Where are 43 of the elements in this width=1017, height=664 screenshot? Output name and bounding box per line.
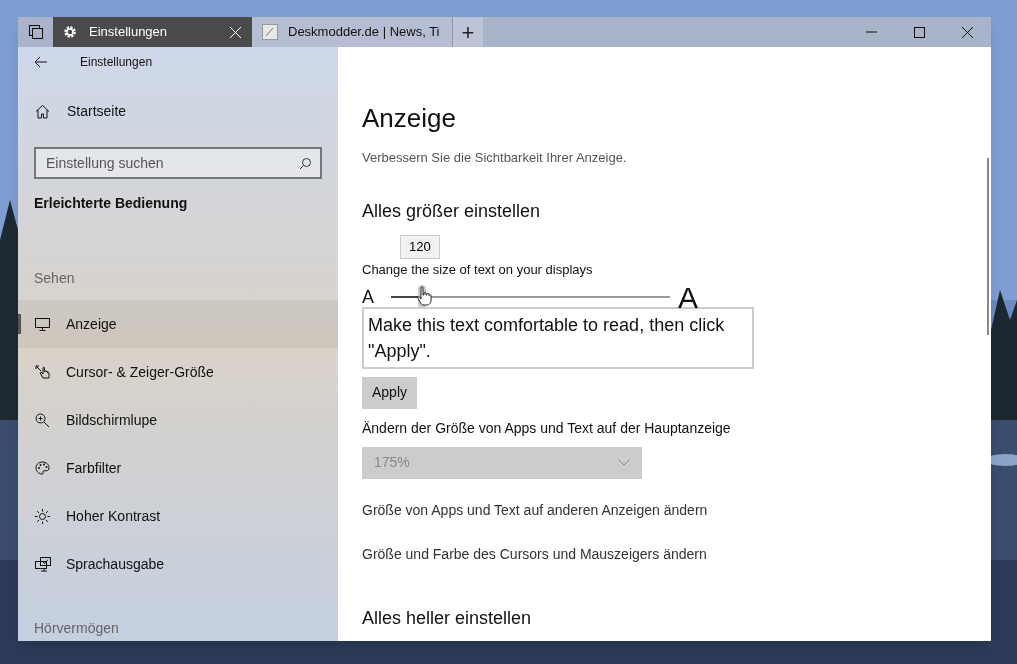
page-description: Verbessern Sie die Sichtbarkeit Ihrer Anzeige. — [362, 149, 628, 167]
setting-link[interactable]: Größe und Farbe des Cursors und Mauszeigers ändern — [362, 543, 967, 565]
home-icon — [35, 104, 51, 119]
slider-label: Change the size of text on your displays — [362, 260, 593, 279]
sidebar-item[interactable]: Sprachausgabe — [18, 540, 338, 588]
close-icon[interactable] — [230, 26, 242, 38]
back-icon[interactable] — [34, 56, 50, 68]
magnifier-icon — [35, 412, 51, 428]
sidebar-item[interactable]: Cursor- & Zeiger-Größe — [18, 348, 338, 396]
screen-speech-icon — [35, 556, 51, 572]
value-tooltip: 120 — [400, 234, 440, 259]
monitor-icon — [35, 317, 51, 331]
setting-label: Ändern der Größe von Apps und Text auf der Hauptanzeige — [362, 418, 732, 438]
search-icon[interactable] — [299, 157, 312, 170]
sidebar-item[interactable]: Bildschirmlupe — [18, 396, 338, 444]
sidebar-item[interactable]: Farbfilter — [18, 444, 338, 492]
search-field[interactable]: Einstellung suchen — [34, 147, 322, 179]
gear-icon — [63, 25, 79, 39]
category-heading: Erleichterte Bedienung — [34, 194, 189, 213]
sidebar-item[interactable]: Anzeige — [18, 300, 338, 348]
sidebar-item[interactable]: Hoher Kontrast — [18, 492, 338, 540]
page-icon — [262, 24, 278, 40]
chevron-icon — [618, 459, 630, 466]
tab-title: Deskmodder.de | News, Ti — [288, 23, 441, 42]
hand-cursor-icon — [416, 285, 432, 306]
section-heading: Alles größer einstellen — [362, 199, 542, 223]
sidebar-item[interactable]: Startseite — [67, 101, 127, 122]
apply-button[interactable]: Apply — [362, 376, 418, 409]
hand-pointer-icon — [35, 364, 51, 380]
app-title: Einstellungen — [80, 54, 153, 71]
palette-icon — [35, 461, 51, 475]
scrollbar[interactable] — [987, 158, 989, 335]
group-heading: Hörvermögen — [34, 619, 120, 638]
small-letter: A — [362, 285, 375, 309]
browser-tab[interactable]: Deskmodder.de | News, Ti — [252, 17, 452, 47]
sun-icon — [35, 508, 51, 524]
section-heading: Alles heller einstellen — [362, 606, 533, 630]
group-heading: Sehen — [34, 269, 76, 288]
new-tab-button[interactable]: + — [452, 17, 483, 47]
browser-tab[interactable]: Einstellungen — [53, 17, 252, 47]
setting-link[interactable]: Größe von Apps und Text auf anderen Anzeigen ändern — [362, 499, 967, 521]
page-title: Anzeige — [362, 102, 457, 134]
tab-title: Einstellungen — [89, 23, 169, 42]
